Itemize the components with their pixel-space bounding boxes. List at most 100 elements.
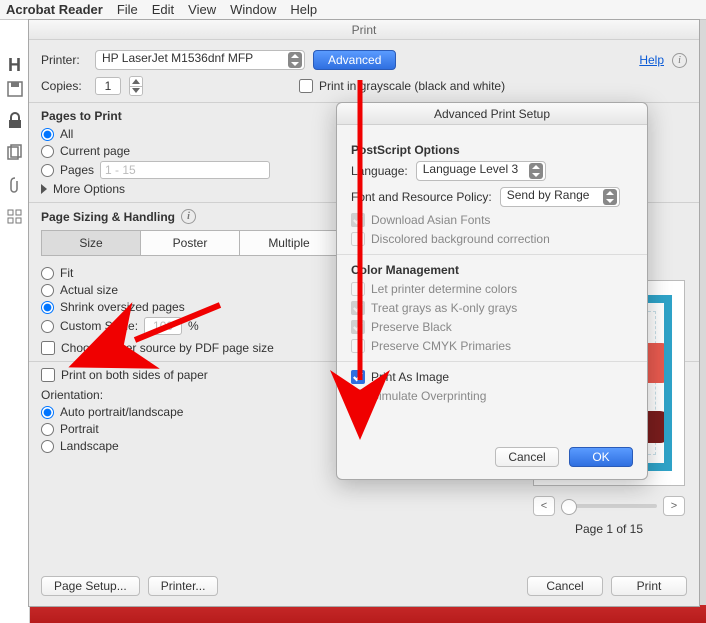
preserve-black-label: Preserve Black	[371, 320, 452, 334]
left-toolbar: H	[0, 20, 30, 623]
simulate-overprint-checkbox	[351, 389, 365, 403]
tab-multiple[interactable]: Multiple	[239, 230, 339, 256]
sizing-title: Page Sizing & Handling	[41, 210, 175, 224]
custom-scale-input[interactable]	[144, 317, 182, 335]
menu-bar: Acrobat Reader File Edit View Window Hel…	[0, 0, 706, 20]
radio-orient-portrait[interactable]	[41, 423, 54, 436]
radio-pages[interactable]	[41, 164, 54, 177]
updown-icon	[529, 163, 543, 179]
copies-input[interactable]	[95, 77, 121, 95]
percent-label: %	[188, 319, 199, 333]
language-select[interactable]: Language Level 3	[416, 161, 546, 181]
radio-custom-label: Custom Scale:	[60, 319, 138, 333]
tab-size[interactable]: Size	[41, 230, 141, 256]
preview-slider[interactable]	[561, 504, 657, 508]
language-value: Language Level 3	[423, 162, 518, 176]
pages-range-input[interactable]	[100, 161, 270, 179]
printer-button[interactable]: Printer...	[148, 576, 219, 596]
menu-edit[interactable]: Edit	[152, 2, 174, 17]
print-cancel-button[interactable]: Cancel	[527, 576, 603, 596]
preserve-cmyk-label: Preserve CMYK Primaries	[371, 339, 511, 353]
page-setup-button[interactable]: Page Setup...	[41, 576, 140, 596]
app-name: Acrobat Reader	[6, 2, 103, 17]
tab-poster[interactable]: Poster	[140, 230, 240, 256]
choose-paper-source-checkbox[interactable]	[41, 341, 55, 355]
discolored-bg-label: Discolored background correction	[371, 232, 550, 246]
page-indicator: Page 1 of 15	[533, 522, 685, 536]
printer-select[interactable]: HP LaserJet M1536dnf MFP	[95, 50, 305, 70]
printer-label: Printer:	[41, 53, 87, 67]
print-confirm-button[interactable]: Print	[611, 576, 687, 596]
attachment-icon[interactable]	[6, 176, 24, 194]
radio-orient-landscape[interactable]	[41, 440, 54, 453]
updown-icon	[288, 52, 302, 68]
radio-actual[interactable]	[41, 284, 54, 297]
document-background	[30, 605, 706, 623]
treat-grays-checkbox	[351, 301, 365, 315]
font-resource-value: Send by Range	[507, 188, 590, 202]
font-resource-select[interactable]: Send by Range	[500, 187, 620, 207]
download-asian-label: Download Asian Fonts	[371, 213, 490, 227]
home-letter: H	[8, 55, 21, 76]
let-printer-label: Let printer determine colors	[371, 282, 517, 296]
more-options-label: More Options	[53, 182, 125, 196]
choose-paper-source-label: Choose paper source by PDF page size	[61, 341, 274, 355]
radio-current[interactable]	[41, 145, 54, 158]
printer-value: HP LaserJet M1536dnf MFP	[102, 51, 253, 65]
radio-orient-auto-label: Auto portrait/landscape	[60, 405, 183, 419]
radio-actual-label: Actual size	[60, 283, 118, 297]
grid-icon[interactable]	[6, 208, 24, 226]
radio-shrink-label: Shrink oversized pages	[60, 300, 185, 314]
language-label: Language:	[351, 164, 408, 178]
both-sides-checkbox[interactable]	[41, 368, 55, 382]
chevron-right-icon: >	[671, 500, 677, 512]
chevron-left-icon: <	[541, 500, 547, 512]
sizing-info-icon[interactable]: i	[181, 209, 196, 224]
print-as-image-label: Print As Image	[371, 370, 449, 384]
save-icon[interactable]	[6, 80, 24, 98]
help-info-icon[interactable]: i	[672, 53, 687, 68]
updown-icon	[603, 189, 617, 205]
copies-label: Copies:	[41, 79, 87, 93]
preview-next-button[interactable]: >	[663, 496, 685, 516]
advanced-print-dialog: Advanced Print Setup PostScript Options …	[336, 102, 648, 480]
print-as-image-checkbox[interactable]	[351, 370, 365, 384]
grayscale-checkbox[interactable]	[299, 79, 313, 93]
preserve-cmyk-checkbox	[351, 339, 365, 353]
radio-orient-landscape-label: Landscape	[60, 439, 119, 453]
radio-shrink[interactable]	[41, 301, 54, 314]
menu-help[interactable]: Help	[290, 2, 317, 17]
advanced-dialog-title: Advanced Print Setup	[337, 103, 647, 125]
font-resource-label: Font and Resource Policy:	[351, 190, 492, 204]
pages-icon[interactable]	[6, 144, 24, 162]
menu-file[interactable]: File	[117, 2, 138, 17]
preview-prev-button[interactable]: <	[533, 496, 555, 516]
advanced-ok-button[interactable]: OK	[569, 447, 633, 467]
advanced-cancel-button[interactable]: Cancel	[495, 447, 559, 467]
discolored-bg-checkbox	[351, 232, 365, 246]
let-printer-checkbox	[351, 282, 365, 296]
treat-grays-label: Treat grays as K-only grays	[371, 301, 517, 315]
radio-all[interactable]	[41, 128, 54, 141]
radio-pages-label: Pages	[60, 163, 94, 177]
both-sides-label: Print on both sides of paper	[61, 368, 208, 382]
advanced-button[interactable]: Advanced	[313, 50, 396, 70]
radio-all-label: All	[60, 127, 73, 141]
postscript-title: PostScript Options	[351, 143, 633, 157]
radio-orient-auto[interactable]	[41, 406, 54, 419]
grayscale-label: Print in grayscale (black and white)	[319, 79, 505, 93]
radio-orient-portrait-label: Portrait	[60, 422, 99, 436]
color-management-title: Color Management	[351, 263, 633, 277]
copies-stepper[interactable]	[129, 76, 143, 96]
menu-window[interactable]: Window	[230, 2, 276, 17]
radio-custom[interactable]	[41, 320, 54, 333]
download-asian-checkbox	[351, 213, 365, 227]
preserve-black-checkbox	[351, 320, 365, 334]
radio-current-label: Current page	[60, 144, 130, 158]
help-link[interactable]: Help	[639, 53, 664, 67]
lock-icon[interactable]	[6, 112, 24, 130]
print-dialog-title: Print	[29, 20, 699, 40]
radio-fit[interactable]	[41, 267, 54, 280]
menu-view[interactable]: View	[188, 2, 216, 17]
radio-fit-label: Fit	[60, 266, 73, 280]
